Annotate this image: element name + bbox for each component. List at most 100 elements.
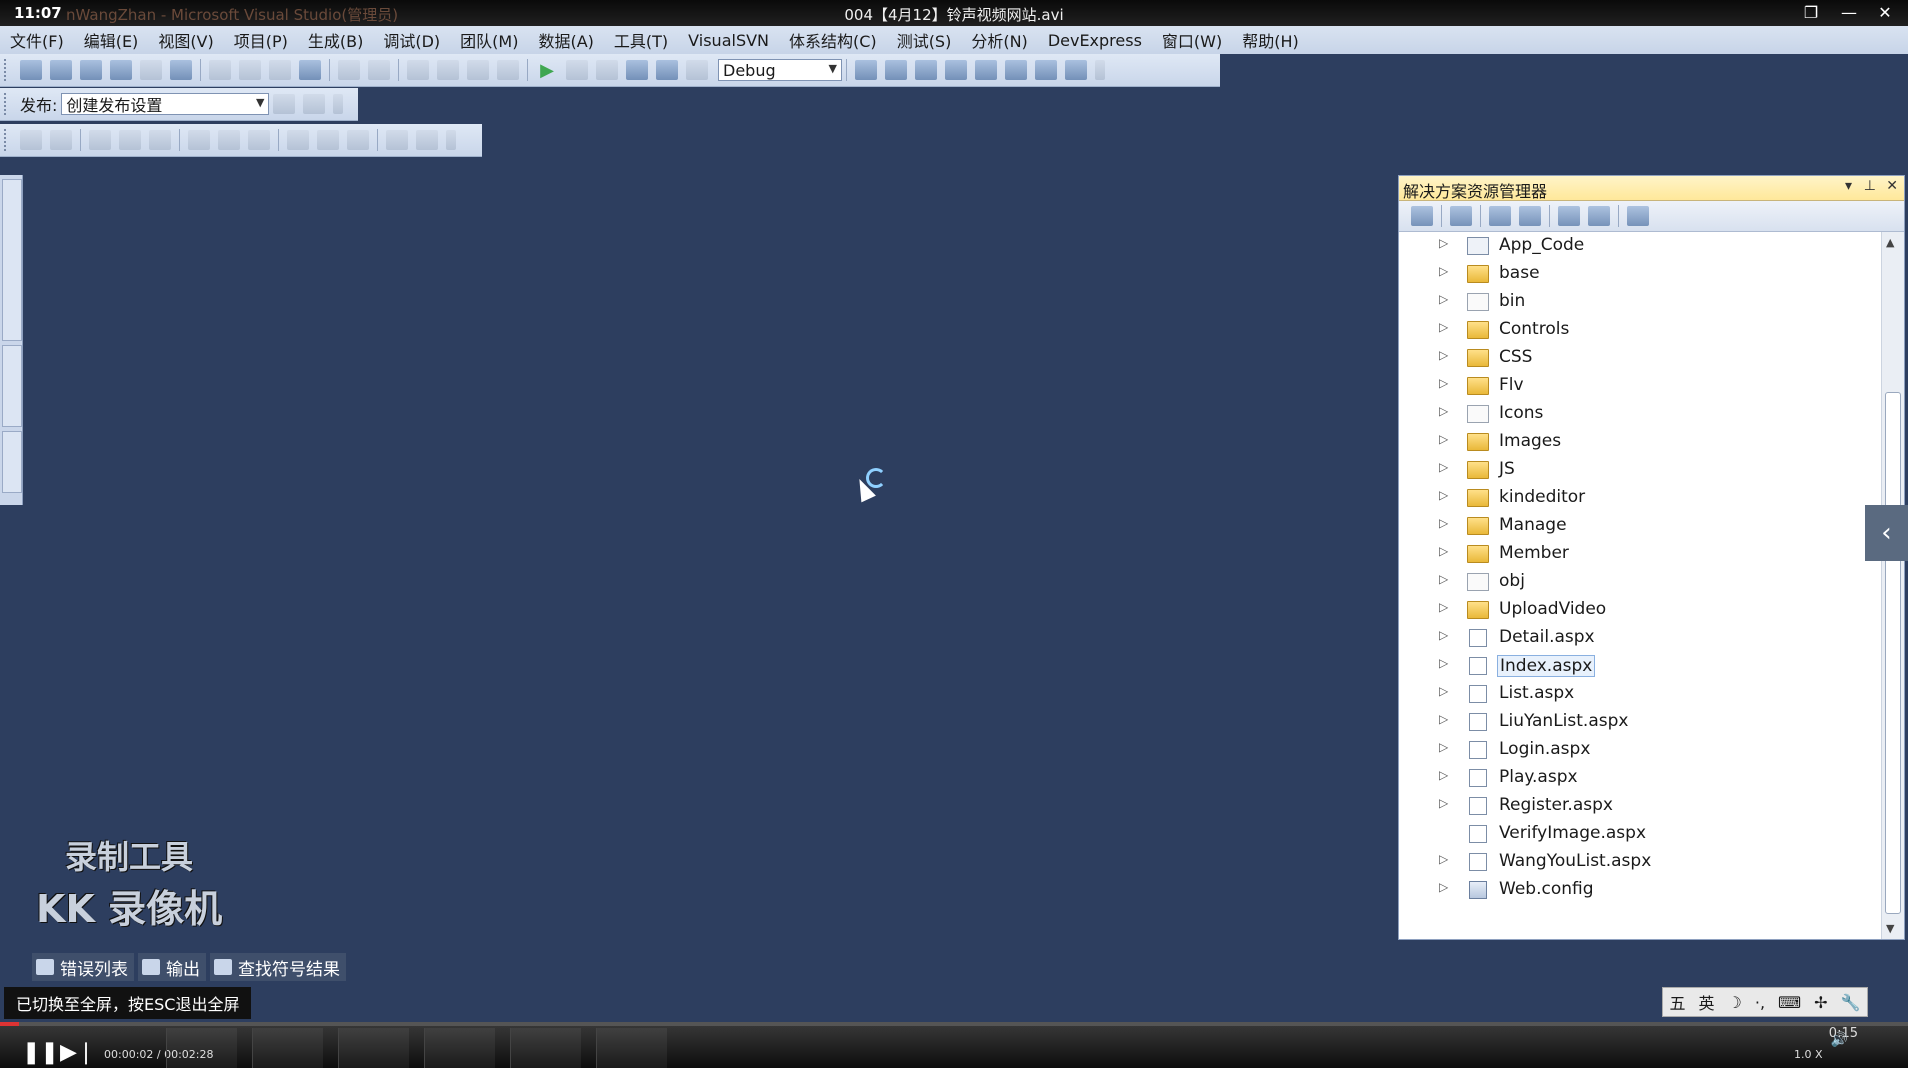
menu-item[interactable]: 团队(M): [450, 28, 528, 52]
ime-button[interactable]: 🔧: [1841, 993, 1861, 1012]
align-left-icon[interactable]: [188, 130, 210, 150]
save-icon[interactable]: [140, 60, 162, 80]
pause-icon[interactable]: ❚❚: [22, 1040, 59, 1065]
tree-item[interactable]: ▷ Manage: [1399, 512, 1882, 540]
minimize-icon[interactable]: —: [1834, 2, 1864, 24]
uncomment-icon[interactable]: [368, 60, 390, 80]
class-view-icon[interactable]: [1005, 60, 1027, 80]
show-all-files-icon[interactable]: [1489, 206, 1511, 226]
expand-arrow-icon[interactable]: ▷: [1439, 404, 1448, 418]
scrollbar-thumb[interactable]: [1885, 392, 1901, 914]
expand-arrow-icon[interactable]: ▷: [1439, 656, 1448, 670]
solution-configuration-select[interactable]: Debug ▼: [718, 59, 842, 81]
window-icon[interactable]: [1065, 60, 1087, 80]
toolbar-overflow-icon[interactable]: [446, 130, 456, 150]
step-out-icon[interactable]: [686, 60, 708, 80]
add-item-icon[interactable]: [50, 60, 72, 80]
tree-item[interactable]: ▷ Detail.aspx: [1399, 624, 1882, 652]
expand-arrow-icon[interactable]: ▷: [1439, 460, 1448, 474]
object-browser-icon[interactable]: [945, 60, 967, 80]
copy-website-icon[interactable]: [1627, 206, 1649, 226]
refresh-icon[interactable]: [1519, 206, 1541, 226]
playback-progress[interactable]: [0, 1022, 1908, 1026]
tree-item[interactable]: ▷ Icons: [1399, 400, 1882, 428]
tree-item[interactable]: ▷ CSS: [1399, 344, 1882, 372]
properties-icon[interactable]: [915, 60, 937, 80]
tree-item[interactable]: ▷ Member: [1399, 540, 1882, 568]
tree-item[interactable]: ▷ WangYouList.aspx: [1399, 848, 1882, 876]
tree-item[interactable]: ▷ obj: [1399, 568, 1882, 596]
expand-arrow-icon[interactable]: ▷: [1439, 348, 1448, 362]
ime-button[interactable]: 英: [1699, 990, 1715, 1014]
tree-item[interactable]: ▷ Index.aspx: [1399, 652, 1882, 680]
server-explorer-tab[interactable]: [2, 179, 22, 341]
ime-button[interactable]: ✢: [1814, 993, 1827, 1012]
expand-arrow-icon[interactable]: ▷: [1439, 432, 1448, 446]
publish-profile-select[interactable]: 创建发布设置 ▼: [61, 93, 270, 115]
view-code-icon[interactable]: [1558, 206, 1580, 226]
ime-button[interactable]: ☽: [1728, 993, 1742, 1012]
tag-close-icon[interactable]: [119, 130, 141, 150]
menu-item[interactable]: 生成(B): [298, 28, 373, 52]
tree-item[interactable]: ▷ Play.aspx: [1399, 764, 1882, 792]
start-debugging-icon[interactable]: ▶: [536, 60, 558, 81]
menu-item[interactable]: 数据(A): [528, 28, 603, 52]
tree-item[interactable]: ▷ Images: [1399, 428, 1882, 456]
menu-item[interactable]: 项目(P): [224, 28, 298, 52]
expand-arrow-icon[interactable]: ▷: [1439, 236, 1448, 250]
menu-item[interactable]: 测试(S): [887, 28, 962, 52]
menu-item[interactable]: 帮助(H): [1232, 28, 1309, 52]
toolbox-icon[interactable]: [975, 60, 997, 80]
tree-item[interactable]: ▷ Register.aspx: [1399, 792, 1882, 820]
expand-arrow-icon[interactable]: ▷: [1439, 684, 1448, 698]
open-file-icon[interactable]: [80, 60, 102, 80]
navigate-forward-icon[interactable]: [497, 60, 519, 80]
solution-properties-icon[interactable]: [1411, 206, 1433, 226]
new-project-icon[interactable]: [20, 60, 42, 80]
css-properties-tab[interactable]: [2, 431, 22, 493]
redo-icon[interactable]: [437, 60, 459, 80]
copy-icon[interactable]: [239, 60, 261, 80]
menu-item[interactable]: 视图(V): [148, 28, 223, 52]
tree-item[interactable]: ▷ Flv: [1399, 372, 1882, 400]
stop-icon[interactable]: [596, 60, 618, 80]
tree-item[interactable]: ▷ Controls: [1399, 316, 1882, 344]
menu-item[interactable]: 窗口(W): [1152, 28, 1232, 52]
validate-icon[interactable]: [149, 130, 171, 150]
tree-item[interactable]: VerifyImage.aspx: [1399, 820, 1882, 848]
taskbar-app-icon[interactable]: [510, 1028, 581, 1068]
format-icon[interactable]: [20, 130, 42, 150]
spellcheck-icon[interactable]: [50, 130, 72, 150]
tag-icon[interactable]: [89, 130, 111, 150]
expand-arrow-icon[interactable]: ▷: [1439, 572, 1448, 586]
toolbar-grip[interactable]: [4, 59, 12, 81]
navigate-back-icon[interactable]: [467, 60, 489, 80]
pin-icon[interactable]: ⊥: [1864, 178, 1876, 194]
taskbar-app-icon[interactable]: [338, 1028, 409, 1068]
toolbar-overflow-icon[interactable]: [333, 94, 344, 114]
ime-button[interactable]: ⌨: [1778, 993, 1801, 1012]
expand-arrow-icon[interactable]: ▷: [1439, 292, 1448, 306]
expand-arrow-icon[interactable]: ▷: [1439, 628, 1448, 642]
tree-item[interactable]: ▷ bin: [1399, 288, 1882, 316]
restore-icon[interactable]: ❐: [1796, 2, 1826, 24]
indent-icon[interactable]: [287, 130, 309, 150]
toolbar-grip[interactable]: [4, 93, 12, 115]
align-right-icon[interactable]: [248, 130, 270, 150]
menu-item[interactable]: 编辑(E): [74, 28, 149, 52]
grid-icon[interactable]: [110, 60, 132, 80]
expand-arrow-icon[interactable]: ▷: [1439, 712, 1448, 726]
tree-item[interactable]: ▷ JS: [1399, 456, 1882, 484]
pause-icon[interactable]: [566, 60, 588, 80]
scroll-down-icon[interactable]: ▼: [1886, 922, 1894, 935]
expand-arrow-icon[interactable]: ▷: [1439, 376, 1448, 390]
menu-item[interactable]: 文件(F): [0, 28, 74, 52]
align-center-icon[interactable]: [218, 130, 240, 150]
vertical-scrollbar[interactable]: ▲ ▼: [1881, 232, 1904, 939]
solution-explorer-icon[interactable]: [885, 60, 907, 80]
step-over-icon[interactable]: [656, 60, 678, 80]
menu-item[interactable]: 分析(N): [961, 28, 1037, 52]
undo-icon[interactable]: [407, 60, 429, 80]
outdent-icon[interactable]: [317, 130, 339, 150]
tree-item[interactable]: ▷ base: [1399, 260, 1882, 288]
